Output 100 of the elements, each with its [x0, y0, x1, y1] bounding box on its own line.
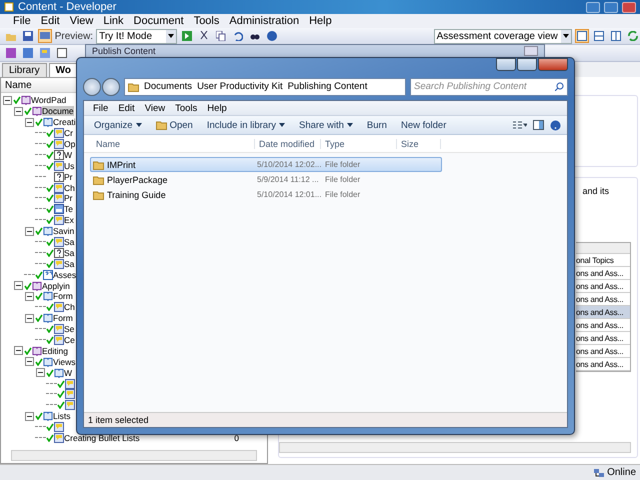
- collapse-toggle[interactable]: [25, 357, 34, 366]
- command-button[interactable]: Share with: [294, 120, 357, 130]
- tree-item[interactable]: Form: [53, 313, 73, 324]
- tab[interactable]: Library: [2, 63, 47, 77]
- preview-pane-icon[interactable]: [533, 120, 544, 130]
- column-header[interactable]: Date modified: [255, 138, 321, 148]
- tree-item[interactable]: Lists: [53, 411, 70, 422]
- collapse-toggle[interactable]: [25, 314, 34, 323]
- table-row[interactable]: ons and Ass...: [576, 345, 630, 358]
- tree-item[interactable]: W: [64, 368, 72, 378]
- tree-item[interactable]: Savin: [53, 226, 74, 236]
- command-button[interactable]: Burn: [362, 120, 391, 130]
- layout-icon[interactable]: [575, 29, 590, 43]
- maximize-button[interactable]: [517, 58, 537, 71]
- view-options-icon[interactable]: [513, 120, 527, 130]
- tree-item[interactable]: Ex: [64, 215, 74, 226]
- question-icon[interactable]: [55, 46, 69, 60]
- tree-item[interactable]: Ch: [64, 302, 75, 312]
- tree-item[interactable]: Creati: [53, 117, 76, 128]
- command-button[interactable]: New folder: [396, 120, 450, 130]
- tree-item[interactable]: Sa: [64, 237, 74, 248]
- tree-item[interactable]: Pr: [64, 193, 72, 204]
- layout-icon[interactable]: [592, 29, 606, 43]
- minimize-button[interactable]: [496, 58, 516, 71]
- menu-item[interactable]: Help: [202, 102, 232, 114]
- go-icon[interactable]: [180, 29, 194, 43]
- tree-item[interactable]: Creating Bullet Lists: [64, 433, 140, 444]
- scrollbar[interactable]: [11, 450, 257, 461]
- collapse-toggle[interactable]: [14, 346, 23, 356]
- tree-item[interactable]: Docume: [42, 106, 74, 116]
- breadcrumb[interactable]: Documents: [144, 81, 192, 92]
- view-mode-select[interactable]: Assessment coverage view: [434, 28, 572, 44]
- menu-item[interactable]: File: [8, 15, 36, 27]
- command-button[interactable]: Open: [152, 120, 197, 130]
- back-button[interactable]: [83, 78, 101, 96]
- table-row[interactable]: ons and Ass...: [576, 306, 630, 319]
- scrollbar[interactable]: [279, 442, 631, 453]
- menu-item[interactable]: View: [64, 15, 98, 27]
- menu-item[interactable]: Link: [98, 15, 129, 27]
- collapse-toggle[interactable]: [25, 412, 34, 421]
- table-row[interactable]: ons and Ass...: [576, 280, 630, 293]
- tree-item[interactable]: Ce: [64, 335, 75, 346]
- menu-item[interactable]: Edit: [36, 15, 65, 27]
- menu-item[interactable]: Edit: [113, 102, 140, 114]
- monitor-icon[interactable]: [38, 29, 52, 43]
- table-row[interactable]: ons and Ass...: [576, 332, 630, 345]
- table-row[interactable]: ons and Ass...: [576, 319, 630, 332]
- forward-button[interactable]: [102, 78, 120, 96]
- collapse-toggle[interactable]: [25, 226, 34, 236]
- collapse-toggle[interactable]: [3, 96, 12, 105]
- tab[interactable]: Wo: [48, 63, 78, 77]
- file-row[interactable]: Training Guide 5/10/2014 12:01... File folder: [90, 187, 442, 202]
- save-icon[interactable]: [20, 29, 35, 43]
- collapse-toggle[interactable]: [36, 368, 45, 378]
- tree-item[interactable]: Views: [53, 356, 76, 367]
- tree-item[interactable]: Editing: [42, 346, 68, 356]
- menu-item[interactable]: Tools: [170, 102, 202, 114]
- tree-item[interactable]: Us: [64, 160, 74, 171]
- menu-item[interactable]: Tools: [188, 15, 224, 27]
- preview-mode-select[interactable]: Try It! Mode: [96, 28, 178, 44]
- tree-item[interactable]: Asses: [53, 270, 76, 280]
- column-header[interactable]: Type: [321, 138, 397, 148]
- close-button[interactable]: [538, 58, 568, 71]
- tree-item[interactable]: Applyin: [42, 280, 70, 291]
- breadcrumb[interactable]: Publishing Content: [288, 81, 368, 92]
- table-row[interactable]: ons and Ass...: [576, 358, 630, 371]
- menu-item[interactable]: Document: [128, 15, 189, 27]
- collapse-toggle[interactable]: [14, 106, 23, 116]
- menu-item[interactable]: Help: [304, 15, 337, 27]
- address-bar[interactable]: Documents User Productivity Kit Publishing Content: [124, 78, 406, 96]
- copy-icon[interactable]: [214, 29, 228, 43]
- tree-item[interactable]: WordPad: [31, 95, 66, 106]
- collapse-toggle[interactable]: [25, 292, 34, 301]
- tree-item[interactable]: Te: [64, 204, 73, 214]
- tree-item[interactable]: Sa: [64, 248, 74, 258]
- table-row[interactable]: ons and Ass...: [576, 293, 630, 306]
- layout-icon[interactable]: [609, 29, 624, 43]
- collapse-toggle[interactable]: [14, 281, 23, 290]
- tree-item[interactable]: Ch: [64, 182, 75, 193]
- collapse-toggle[interactable]: [25, 118, 34, 127]
- tree-item[interactable]: Pr: [64, 172, 72, 182]
- tree-item[interactable]: Op: [64, 139, 76, 149]
- tree-item[interactable]: Cr: [64, 128, 73, 138]
- command-button[interactable]: Include in library: [202, 120, 289, 130]
- menu-item[interactable]: File: [88, 102, 114, 114]
- menu-item[interactable]: Administration: [224, 15, 304, 27]
- command-button[interactable]: Organize: [90, 120, 146, 130]
- tree-item[interactable]: Sa: [64, 258, 74, 269]
- table-row[interactable]: ons and Ass...: [576, 267, 630, 280]
- tree-item[interactable]: W: [64, 150, 72, 160]
- file-row[interactable]: PlayerPackage 5/9/2014 11:12 ... File folder: [90, 172, 442, 187]
- search-field[interactable]: Search Publishing Content: [410, 78, 568, 96]
- column-header[interactable]: Name: [92, 138, 255, 148]
- file-row[interactable]: IMPrint 5/10/2014 12:02... File folder: [90, 157, 442, 172]
- menu-item[interactable]: View: [140, 102, 170, 114]
- refresh-icon[interactable]: [626, 29, 640, 43]
- table-row[interactable]: onal Topics: [576, 254, 630, 267]
- tree-item[interactable]: Se: [64, 324, 74, 334]
- column-header[interactable]: Size: [397, 138, 441, 148]
- tree-item[interactable]: Form: [53, 291, 73, 302]
